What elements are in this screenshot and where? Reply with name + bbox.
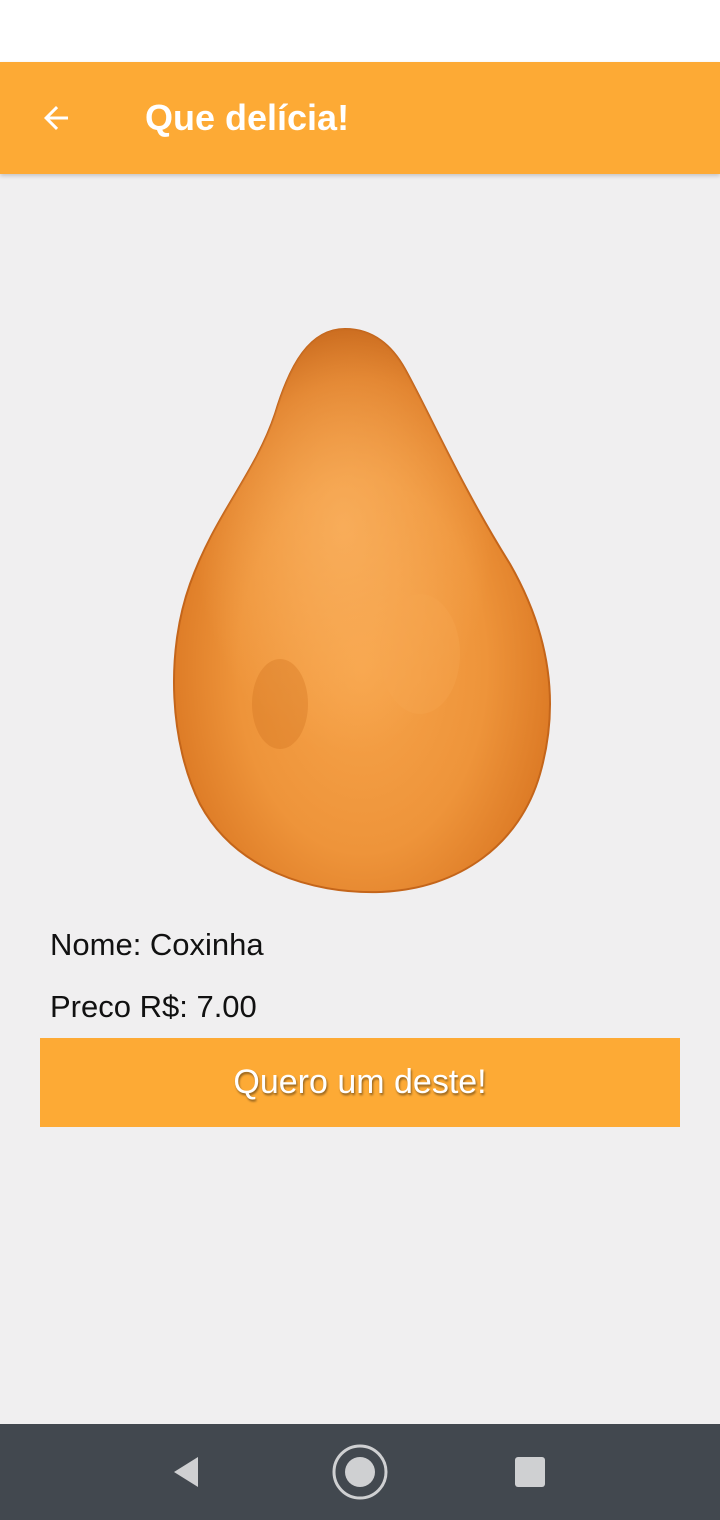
status-bar	[0, 0, 720, 62]
circle-home-icon	[332, 1444, 388, 1500]
product-price: Preco R$: 7.00	[50, 989, 257, 1024]
nav-home-button[interactable]	[330, 1442, 390, 1502]
square-recents-icon	[515, 1457, 545, 1487]
product-name: Nome: Coxinha	[50, 927, 264, 962]
app-bar: Que delícia!	[0, 62, 720, 174]
product-detail: Nome: Coxinha Preco R$: 7.00 Quero um de…	[0, 174, 720, 1424]
nav-back-button[interactable]	[158, 1442, 218, 1502]
back-button[interactable]	[28, 90, 84, 146]
order-button[interactable]: Quero um deste!	[40, 1038, 680, 1127]
coxinha-image	[172, 327, 551, 894]
triangle-back-icon	[174, 1457, 198, 1487]
arrow-left-icon	[44, 106, 68, 130]
nav-recents-button[interactable]	[500, 1442, 560, 1502]
page-title: Que delícia!	[145, 97, 350, 138]
system-nav-bar	[0, 1424, 720, 1520]
